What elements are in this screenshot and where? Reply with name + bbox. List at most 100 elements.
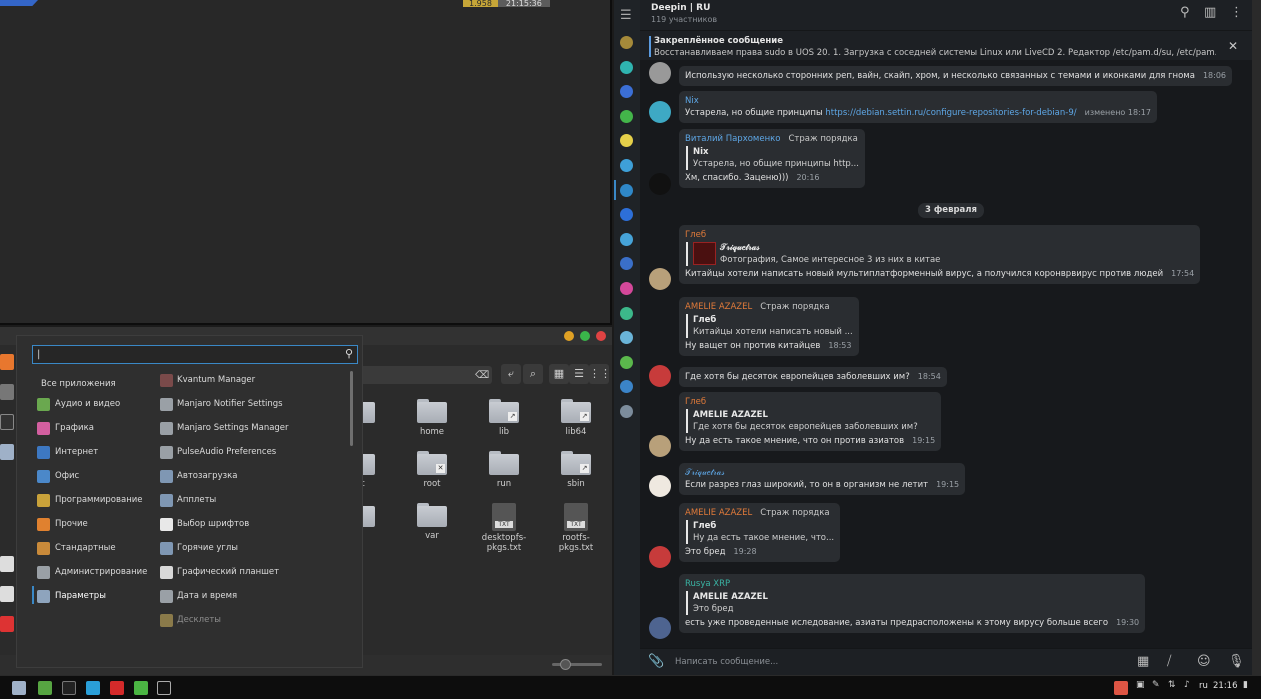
- menu-category[interactable]: Офис: [37, 466, 155, 486]
- reply-quote[interactable]: AMELIE AZAZEL Где хотя бы десяток европей…: [686, 409, 935, 433]
- shield-icon[interactable]: ▣: [1136, 680, 1145, 690]
- menu-app-item[interactable]: Kvantum Manager: [160, 370, 350, 390]
- text-file[interactable]: TXT desktopfs-pkgs.txt: [474, 503, 534, 553]
- terminal-window-icon[interactable]: [157, 681, 171, 695]
- pinned-message[interactable]: Закреплённое сообщение Восстанавливаем п…: [640, 30, 1252, 60]
- folder-item[interactable]: ↗ lib: [474, 399, 534, 437]
- tray-app-icon[interactable]: [1114, 681, 1128, 695]
- chat-list-avatar[interactable]: [620, 60, 633, 74]
- chat-list-avatar[interactable]: [620, 159, 633, 172]
- user-avatar[interactable]: [649, 475, 671, 497]
- logout-icon[interactable]: [0, 586, 14, 602]
- hangouts-icon[interactable]: [134, 681, 148, 695]
- menu-category[interactable]: Все приложения: [41, 374, 159, 394]
- chat-list-avatar[interactable]: [620, 85, 633, 99]
- message-bubble[interactable]: Rusya XRP AMELIE AZAZEL Это бред есть уже п…: [679, 574, 1146, 633]
- menu-app-item[interactable]: PulseAudio Preferences: [160, 442, 350, 462]
- menu-category[interactable]: Графика: [37, 418, 155, 438]
- chat-list-avatar[interactable]: [620, 134, 633, 148]
- terminal-icon[interactable]: [0, 414, 14, 430]
- software-icon[interactable]: [38, 681, 52, 695]
- list-view-icon[interactable]: ☰: [569, 364, 589, 384]
- message-bubble[interactable]: Глеб 𝒯𝓇𝒾𝓆𝓊𝑒𝓉𝓇𝒶𝓈 Фотография, Самое интересн…: [679, 225, 1201, 284]
- message-bubble[interactable]: Использую несколько сторонних реп, вайн,…: [679, 66, 1232, 86]
- menu-category[interactable]: Программирование: [37, 490, 155, 510]
- emoji-icon[interactable]: ☺: [1197, 654, 1211, 669]
- chat-list-avatar[interactable]: [620, 282, 633, 295]
- keyboard-layout[interactable]: ru: [1199, 681, 1208, 691]
- reply-quote[interactable]: Глеб Ну да есть такое мнение, что...: [686, 520, 834, 544]
- menu-category[interactable]: Аудио и видео: [37, 394, 155, 414]
- folder-item[interactable]: ✕ root: [402, 451, 462, 489]
- folder-item[interactable]: home: [402, 399, 462, 437]
- minimize-button[interactable]: [564, 331, 574, 341]
- message-bubble[interactable]: AMELIE AZAZEL Страж порядка Глеб Китайцы хо…: [679, 297, 859, 356]
- menu-app-item[interactable]: Горячие углы: [160, 538, 350, 558]
- terminal-icon[interactable]: [62, 681, 76, 695]
- user-avatar[interactable]: [649, 546, 671, 568]
- microphone-icon[interactable]: 🎙: [1228, 654, 1245, 669]
- power-icon[interactable]: [0, 616, 14, 632]
- icon-view-icon[interactable]: ▦: [549, 364, 569, 384]
- reply-quote[interactable]: Nix Устарела, но общие принципы http...: [686, 146, 859, 170]
- vivaldi-icon[interactable]: [110, 681, 124, 695]
- menu-app-item[interactable]: Выбор шрифтов: [160, 514, 350, 534]
- chat-header[interactable]: Deepin | RU 119 участников ⚲ ▥ ⋮: [640, 0, 1252, 30]
- menu-search-input[interactable]: | ⚲: [32, 345, 358, 364]
- tools-icon[interactable]: ✎: [1152, 680, 1160, 690]
- lock-icon[interactable]: [0, 556, 14, 572]
- sidebar-toggle-icon[interactable]: ▥: [1204, 5, 1216, 20]
- folder-item[interactable]: var: [402, 503, 462, 541]
- firefox-icon[interactable]: [0, 354, 14, 370]
- folder-item[interactable]: run: [474, 451, 534, 489]
- message-author[interactable]: AMELIE AZAZEL: [685, 302, 752, 312]
- message-bubble[interactable]: Где хотя бы десяток европейцев заболевши…: [679, 367, 947, 387]
- reply-quote[interactable]: Глеб Китайцы хотели написать новый ...: [686, 314, 853, 338]
- menu-category[interactable]: Администрирование: [37, 562, 155, 582]
- schedule-icon[interactable]: ▦: [1137, 654, 1149, 669]
- chat-list-avatar[interactable]: [620, 380, 633, 394]
- search-icon[interactable]: ⚲: [1180, 5, 1190, 20]
- message-author[interactable]: AMELIE AZAZEL: [685, 508, 752, 518]
- chat-list-avatar[interactable]: [620, 109, 633, 123]
- user-avatar[interactable]: [649, 268, 671, 290]
- chat-list-avatar[interactable]: [620, 355, 633, 369]
- network-icon[interactable]: ⇅: [1168, 680, 1176, 690]
- zoom-slider-knob[interactable]: [560, 659, 571, 670]
- message-author[interactable]: Глеб: [685, 397, 706, 407]
- message-author[interactable]: Nix: [685, 96, 699, 106]
- close-icon[interactable]: ✕: [1228, 39, 1238, 53]
- menu-app-item[interactable]: Manjaro Settings Manager: [160, 418, 350, 438]
- menu-app-item[interactable]: Графический планшет: [160, 562, 350, 582]
- reply-quote[interactable]: AMELIE AZAZEL Это бред: [686, 591, 1139, 615]
- menu-app-item[interactable]: Автозагрузка: [160, 466, 350, 486]
- message-author[interactable]: 𝒯𝓇𝒾𝓆𝓊𝑒𝓉𝓇𝒶𝓈: [685, 468, 725, 478]
- menu-scrollbar[interactable]: [350, 371, 353, 446]
- terminal-window[interactable]: 1.958 21:15:36: [0, 0, 612, 325]
- settings-icon[interactable]: [0, 384, 14, 400]
- message-link[interactable]: https://debian.settin.ru/configure-repos…: [825, 108, 1076, 118]
- commands-icon[interactable]: ⧸: [1167, 654, 1171, 669]
- message-bubble[interactable]: Виталий Пархоменко Страж порядка Nix Устаре…: [679, 129, 865, 188]
- menu-category[interactable]: Прочие: [37, 514, 155, 534]
- chat-list-avatar[interactable]: [620, 331, 633, 345]
- menu-category[interactable]: Интернет: [37, 442, 155, 462]
- menu-app-item[interactable]: Десклеты: [160, 610, 350, 630]
- message-bubble[interactable]: AMELIE AZAZEL Страж порядка Глеб Ну да есть…: [679, 503, 841, 562]
- attach-icon[interactable]: 📎: [648, 654, 664, 669]
- show-desktop-icon[interactable]: ▮: [1243, 680, 1248, 690]
- chat-list-avatar[interactable]: [620, 405, 633, 418]
- menu-app-item[interactable]: Дата и время: [160, 586, 350, 606]
- terminal-toggle-icon[interactable]: ⤶: [501, 364, 521, 384]
- user-avatar[interactable]: [649, 365, 671, 387]
- menu-app-item[interactable]: Апплеты: [160, 490, 350, 510]
- menu-app-item[interactable]: Manjaro Notifier Settings: [160, 394, 350, 414]
- menu-category[interactable]: Стандартные: [37, 538, 155, 558]
- user-avatar[interactable]: [649, 617, 671, 639]
- menu-category[interactable]: Параметры: [37, 586, 155, 606]
- message-bubble[interactable]: Nix Устарела, но общие принципы https://d…: [679, 91, 1157, 123]
- message-author[interactable]: Rusya XRP: [685, 579, 730, 589]
- close-button[interactable]: [596, 331, 606, 341]
- clock[interactable]: 21:16: [1213, 681, 1238, 691]
- path-bar[interactable]: ⌫: [360, 366, 492, 384]
